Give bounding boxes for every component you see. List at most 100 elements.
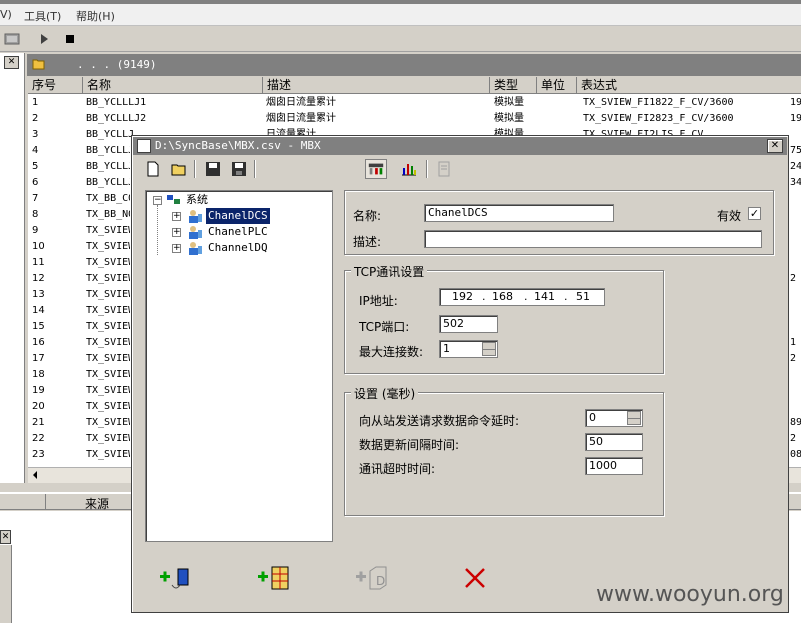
cell-name: TX_SVIEW xyxy=(86,449,130,460)
tree-collapse-icon[interactable]: − xyxy=(153,196,162,205)
cell-name: TX_SVIEW xyxy=(86,257,130,268)
col-header-expr[interactable]: 表达式 xyxy=(577,77,801,94)
cell-extra xyxy=(790,207,801,223)
cell-no: 12 xyxy=(32,273,45,284)
col-header-type[interactable]: 类型 xyxy=(490,77,537,94)
network-config-icon[interactable] xyxy=(365,159,387,179)
col-header-no[interactable]: 序号 xyxy=(28,77,83,94)
folder-icon xyxy=(32,59,45,70)
screen-icon[interactable] xyxy=(4,31,20,47)
open-folder-icon[interactable] xyxy=(170,160,188,178)
cell-extra: 087 xyxy=(790,449,801,460)
spinner-arrows-icon[interactable] xyxy=(627,411,641,425)
refresh-field[interactable]: 50 xyxy=(585,433,643,451)
timeout-label: 通讯超时时间: xyxy=(359,462,436,476)
tree-expand-icon[interactable]: + xyxy=(172,212,181,221)
tree-item-chanelplc[interactable]: ChanelPLC xyxy=(208,224,268,240)
path-bar: . . . (9149) xyxy=(27,54,801,76)
save-icon[interactable] xyxy=(204,160,222,178)
cell-no: 15 xyxy=(32,321,45,332)
cell-name: TX_SVIEW xyxy=(86,225,130,236)
cell-no: 3 xyxy=(32,129,39,140)
cell-no: 13 xyxy=(32,289,45,300)
cell-type: 模拟量 xyxy=(494,97,524,108)
cell-no: 7 xyxy=(32,193,39,204)
name-field[interactable]: ChanelDCS xyxy=(424,204,614,222)
timing-settings-group: 设置 (毫秒) 向从站发送请求数据命令延时: 0 数据更新间隔时间: 50 通讯… xyxy=(344,385,664,516)
tree-expand-icon[interactable]: + xyxy=(172,244,181,253)
bar-chart-icon[interactable] xyxy=(400,160,418,178)
dialog-titlebar[interactable]: D:\SyncBase\MBX.csv - MBX ✕ xyxy=(133,137,787,155)
maxconn-spinner[interactable]: 1 xyxy=(439,340,498,358)
ip-octet-3[interactable]: 141 xyxy=(534,289,555,305)
menu-view[interactable]: V) xyxy=(0,8,12,21)
ip-dot: . xyxy=(482,290,486,303)
port-field[interactable]: 502 xyxy=(439,315,498,333)
cell-name: TX_SVIEW xyxy=(86,337,130,348)
col-header-desc[interactable]: 描述 xyxy=(263,77,490,94)
cell-name: BB_YCLLJ xyxy=(86,145,130,156)
scroll-left-icon[interactable] xyxy=(31,471,39,479)
play-icon[interactable] xyxy=(36,31,52,47)
cell-unit xyxy=(540,95,576,111)
left-pane-close-icon[interactable]: ✕ xyxy=(4,56,19,69)
new-file-icon[interactable] xyxy=(144,160,162,178)
dialog-close-button[interactable]: ✕ xyxy=(767,139,783,153)
cell-no: 18 xyxy=(32,369,45,380)
cell-no: 19 xyxy=(32,385,45,396)
menu-help[interactable]: 帮助(H) xyxy=(76,8,115,24)
bottom-col-source[interactable]: 来源 xyxy=(85,495,109,512)
tree-expand-icon[interactable]: + xyxy=(172,228,181,237)
cell-extra: 1 xyxy=(790,337,797,348)
cell-extra xyxy=(790,367,801,383)
toolbar-separator xyxy=(426,160,428,178)
ip-label: IP地址: xyxy=(359,294,398,308)
delay-spinner[interactable]: 0 xyxy=(585,409,643,427)
save-as-icon[interactable] xyxy=(230,160,248,178)
tree-item-channeldq[interactable]: ChannelDQ xyxy=(208,240,268,256)
main-toolbar xyxy=(0,27,801,52)
cell-no: 14 xyxy=(32,305,45,316)
delay-value: 0 xyxy=(589,411,596,424)
channel-icon xyxy=(189,226,202,239)
cell-no: 23 xyxy=(32,449,45,460)
cell-no: 4 xyxy=(32,145,39,156)
ip-dot: . xyxy=(564,290,568,303)
cell-extra xyxy=(790,383,801,399)
spinner-arrows-icon[interactable] xyxy=(482,342,496,356)
cell-extra xyxy=(790,191,801,207)
ip-octet-2[interactable]: 168 xyxy=(492,289,513,305)
ip-address-field[interactable]: 192 . 168 . 141 . 51 xyxy=(439,288,605,306)
bottom-col-divider xyxy=(45,494,46,510)
cell-extra xyxy=(790,303,801,319)
desc-field[interactable] xyxy=(424,230,762,248)
bottom-pane-close-icon[interactable]: ✕ xyxy=(0,530,11,544)
valid-checkbox[interactable]: ✓ xyxy=(748,207,761,220)
cell-no: 5 xyxy=(32,161,39,172)
cell-no: 1 xyxy=(32,97,39,108)
stop-icon[interactable] xyxy=(62,31,78,47)
table-row[interactable]: 2 BB_YCLLLJ2 烟囱日流量累计 模拟量 TX_SVIEW_FI2823_F_C… xyxy=(28,111,801,127)
menu-tools[interactable]: 工具(T) xyxy=(24,8,61,24)
cell-name: TX_BB_CO xyxy=(86,193,130,204)
ip-octet-4[interactable]: 51 xyxy=(576,289,590,305)
cell-extra xyxy=(790,399,801,415)
cell-name: TX_SVIEW xyxy=(86,369,130,380)
delete-button[interactable] xyxy=(458,563,494,593)
dialog-title: D:\SyncBase\MBX.csv - MBX xyxy=(155,139,321,152)
tree-item-chaneldcs[interactable]: ChanelDCS xyxy=(206,208,270,224)
cell-no: 8 xyxy=(32,209,39,220)
col-header-name[interactable]: 名称 xyxy=(83,77,263,94)
cell-name: BB_YCLLJ xyxy=(86,177,130,188)
table-row[interactable]: 1 BB_YCLLLJ1 烟囱日流量累计 模拟量 TX_SVIEW_FI1822_F_C… xyxy=(28,95,801,111)
col-header-unit[interactable]: 单位 xyxy=(537,77,577,94)
add-channel-button[interactable] xyxy=(158,563,194,593)
timeout-field[interactable]: 1000 xyxy=(585,457,643,475)
cell-name: BB_YCLLLJ1 xyxy=(86,97,147,108)
add-device-button[interactable] xyxy=(256,563,292,593)
tree-root-system[interactable]: 系统 xyxy=(186,192,208,208)
maxconn-value: 1 xyxy=(443,342,450,355)
cell-extra: 19 xyxy=(790,113,801,124)
ip-octet-1[interactable]: 192 xyxy=(452,289,473,305)
cell-extra xyxy=(790,127,801,143)
